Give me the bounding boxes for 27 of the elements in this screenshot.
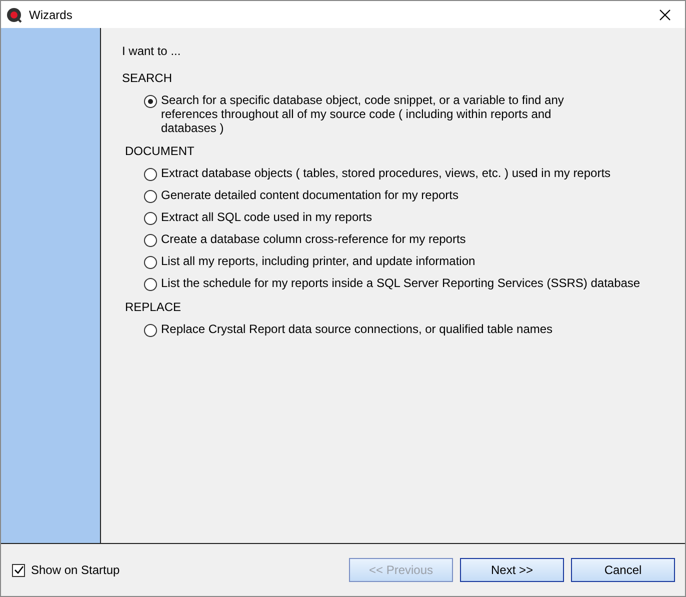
checkbox[interactable] bbox=[12, 564, 25, 576]
wizard-button[interactable]: Next >> bbox=[460, 558, 564, 582]
app-logo-icon bbox=[6, 6, 22, 22]
section-heading: SEARCH bbox=[122, 71, 172, 85]
radio-button[interactable] bbox=[144, 278, 157, 291]
window-title: Wizards bbox=[29, 8, 74, 22]
show-on-startup-checkbox[interactable]: Show on Startup bbox=[12, 563, 120, 577]
radio-option[interactable]: Create a database column cross-reference for my reports bbox=[144, 232, 466, 247]
radio-option[interactable]: Search for a specific database object, code snippet, or a variable to find any references throughout all of my source code ( including within reports and databases ) bbox=[144, 93, 606, 135]
radio-button[interactable] bbox=[144, 234, 157, 247]
radio-button[interactable] bbox=[144, 212, 157, 225]
prompt-text: I want to ... bbox=[122, 44, 181, 58]
radio-button[interactable] bbox=[144, 324, 157, 337]
radio-button[interactable] bbox=[144, 168, 157, 181]
radio-button[interactable] bbox=[144, 95, 157, 108]
radio-option[interactable]: Generate detailed content documentation for my reports bbox=[144, 188, 459, 203]
wizard-button[interactable]: Cancel bbox=[571, 558, 675, 582]
radio-option[interactable]: List all my reports, including printer, and update information bbox=[144, 254, 476, 269]
radio-option[interactable]: List the schedule for my reports inside a SQL Server Reporting Services (SSRS) database bbox=[144, 276, 640, 291]
radio-button[interactable] bbox=[144, 256, 157, 269]
radio-button[interactable] bbox=[144, 190, 157, 203]
section-heading: DOCUMENT bbox=[125, 144, 194, 158]
radio-option[interactable]: Replace Crystal Report data source connections, or qualified table names bbox=[144, 322, 553, 337]
section-heading: REPLACE bbox=[125, 300, 182, 314]
radio-option[interactable]: Extract all SQL code used in my reports bbox=[144, 210, 372, 225]
close-icon[interactable] bbox=[659, 8, 671, 20]
radio-option[interactable]: Extract database objects ( tables, stored procedures, views, etc. ) used in my reports bbox=[144, 166, 611, 181]
